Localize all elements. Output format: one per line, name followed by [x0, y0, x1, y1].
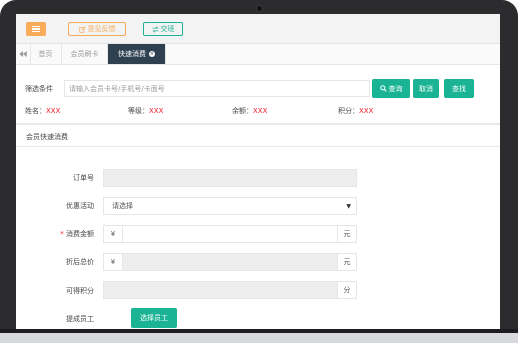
promotion-label: 优惠活动 [66, 202, 94, 210]
member-balance-label: 余额： [232, 107, 253, 115]
tab-member-swipe[interactable]: 会员刷卡 [62, 44, 108, 64]
backward-icon [19, 51, 27, 57]
amount-label-text: 消费金额 [66, 230, 94, 238]
points-earned-label: 可得积分 [66, 287, 94, 295]
member-balance: 余额：XXX [232, 106, 267, 116]
section-divider [16, 146, 500, 147]
find-button[interactable]: 查找 [444, 79, 474, 98]
query-label: 查询 [388, 84, 403, 93]
order-number-label: 订单号 [73, 174, 94, 182]
commission-staff-label: 提成员工 [66, 315, 94, 323]
search-icon [379, 85, 387, 92]
discount-total-field [123, 254, 337, 270]
tab-bar: 首页 会员刷卡 快速消费 × [16, 44, 500, 65]
tab-quick-consume[interactable]: 快速消费 × [108, 44, 166, 64]
cancel-button[interactable]: 取消 [413, 79, 439, 98]
hamburger-menu-icon [32, 26, 40, 32]
discount-prefix: ¥ [104, 254, 123, 270]
member-level-label: 等级： [128, 107, 149, 115]
exchange-icon [151, 25, 159, 33]
query-button[interactable]: 查询 [372, 79, 410, 98]
shift-label: 交班 [160, 25, 175, 33]
tab-quick-consume-label: 快速消费 [118, 50, 146, 58]
member-name-label: 姓名： [25, 107, 46, 115]
discount-suffix: 元 [337, 254, 356, 270]
discount-total-group: ¥ 元 [103, 253, 357, 271]
order-number-field [103, 169, 357, 187]
member-name-value: XXX [46, 107, 61, 115]
member-search-input[interactable]: 请输入会员卡号/手机号/卡面号 [64, 80, 370, 97]
top-toolbar: 意见反馈 交班 [16, 14, 500, 44]
required-marker: * [60, 230, 64, 238]
member-balance-value: XXX [253, 107, 268, 115]
member-points-label: 积分： [338, 107, 359, 115]
section-title: 会员快速消费 [26, 133, 68, 141]
promotion-select[interactable]: 请选择 ▼ [103, 197, 357, 215]
tab-home-label: 首页 [38, 50, 53, 58]
amount-label: * 消费金额 [16, 229, 94, 239]
member-name: 姓名：XXX [25, 106, 60, 116]
edit-icon [78, 25, 86, 33]
points-earned-group: 分 [103, 281, 357, 299]
points-suffix: 分 [337, 282, 356, 298]
filter-label: 筛选条件 [25, 85, 53, 93]
app-screen: 意见反馈 交班 首页 会员刷卡 快速消费 × 筛选条件 请输入会员卡号/手机号/… [16, 14, 500, 329]
laptop-hinge [0, 329, 518, 333]
chevron-down-icon: ▼ [346, 203, 351, 210]
amount-suffix: 元 [337, 226, 356, 242]
select-staff-label: 选择员工 [140, 314, 168, 322]
member-level: 等级：XXX [128, 106, 163, 116]
amount-input[interactable] [123, 226, 337, 242]
tab-home[interactable]: 首页 [30, 44, 62, 64]
find-label: 查找 [452, 84, 466, 93]
tab-member-swipe-label: 会员刷卡 [70, 50, 99, 58]
close-circle-icon[interactable]: × [149, 51, 155, 57]
promotion-select-value: 请选择 [112, 202, 133, 210]
member-level-value: XXX [149, 107, 164, 115]
tab-scroll-left-button[interactable] [16, 44, 31, 64]
feedback-button[interactable]: 意见反馈 [68, 22, 126, 36]
camera-icon [257, 6, 262, 11]
cancel-label: 取消 [419, 84, 433, 93]
amount-input-group: ¥ 元 [103, 225, 357, 243]
select-staff-button[interactable]: 选择员工 [131, 308, 177, 328]
member-points-value: XXX [359, 107, 374, 115]
member-points: 积分：XXX [338, 106, 373, 116]
shift-handover-button[interactable]: 交班 [143, 22, 183, 36]
amount-prefix: ¥ [104, 226, 123, 242]
menu-toggle-button[interactable] [26, 22, 46, 36]
filter-panel: 筛选条件 请输入会员卡号/手机号/卡面号 查询 取消 查找 姓名：XXX 等级：… [16, 65, 500, 125]
points-earned-field [104, 282, 337, 298]
feedback-label: 意见反馈 [87, 25, 116, 33]
discount-total-label: 折后总价 [66, 258, 94, 266]
